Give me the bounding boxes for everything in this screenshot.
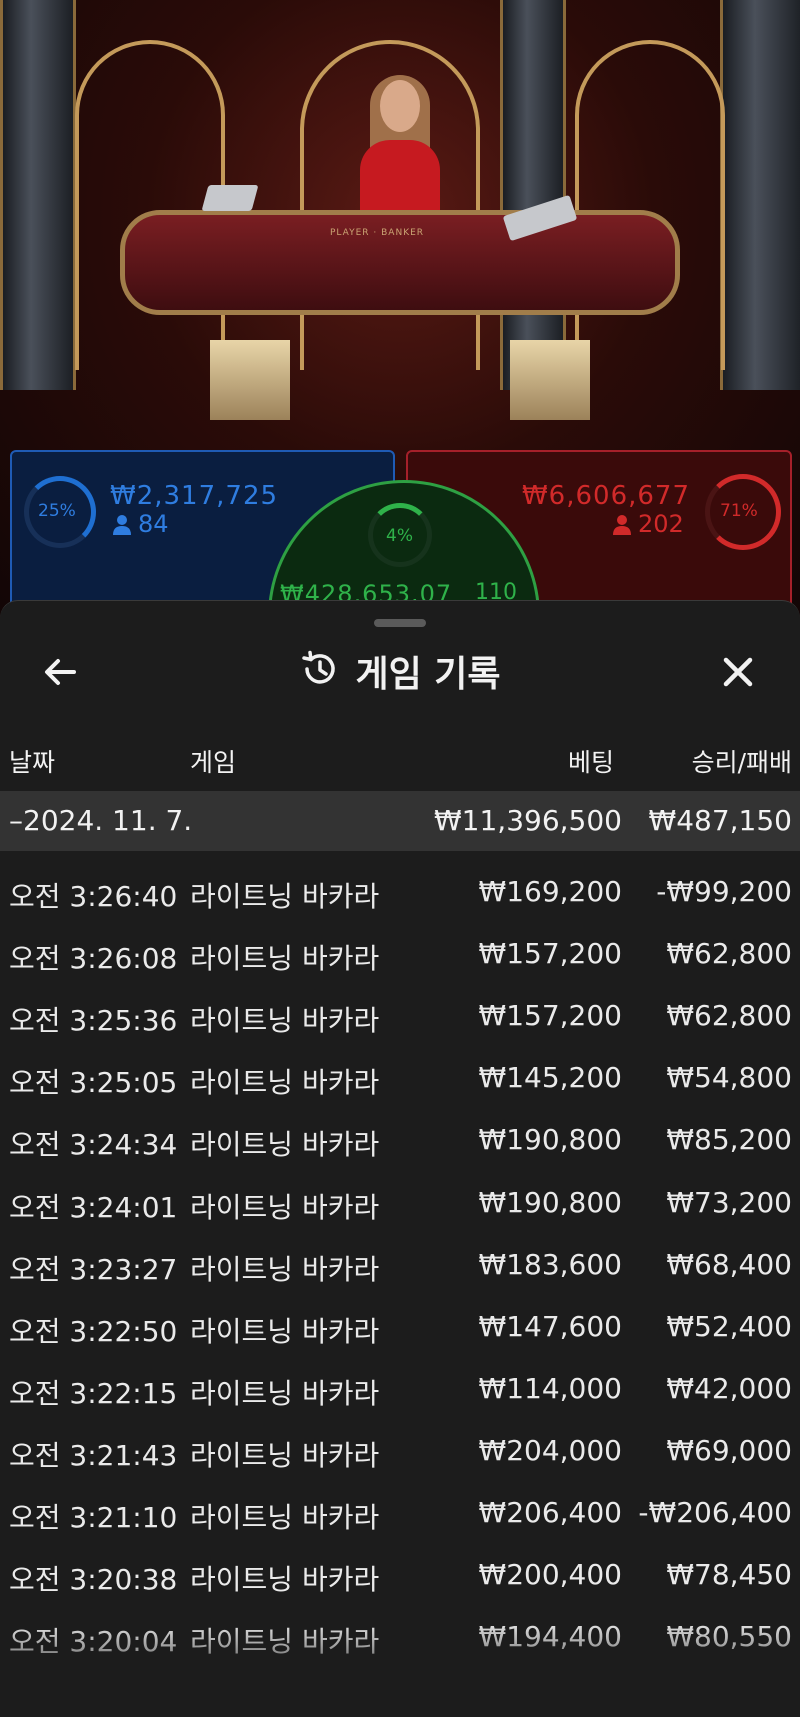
history-row-time: 오전 3:20:04 bbox=[9, 1625, 178, 1659]
history-row-bet: ₩206,400 bbox=[478, 1496, 622, 1529]
banker-amount: ₩6,606,677 bbox=[521, 481, 690, 511]
history-row-time: 오전 3:21:43 bbox=[9, 1438, 178, 1472]
history-row-time: 오전 3:25:05 bbox=[9, 1066, 178, 1100]
history-row-result: ₩68,400 bbox=[666, 1247, 792, 1281]
history-row-time: 오전 3:26:40 bbox=[9, 880, 178, 913]
date-group-bet-total: ₩11,396,500 bbox=[433, 804, 622, 837]
history-row-bet: ₩204,000 bbox=[478, 1433, 622, 1467]
date-group-result-total: ₩487,150 bbox=[648, 804, 792, 837]
history-row-time: 오전 3:22:15 bbox=[9, 1376, 178, 1410]
history-row-game: 라이트닝 바카라 bbox=[190, 1563, 380, 1597]
history-row-bet: ₩157,200 bbox=[478, 999, 622, 1033]
history-row[interactable]: 오전 3:20:04 라이트닝 바카라 ₩194,400 ₩80,550 bbox=[0, 1608, 800, 1670]
player-count: 84 bbox=[138, 510, 169, 538]
banker-count: 202 bbox=[638, 510, 684, 538]
column-header-bet: 베팅 bbox=[567, 748, 614, 777]
history-row[interactable]: 오전 3:21:43 라이트닝 바카라 ₩204,000 ₩69,000 bbox=[0, 1422, 800, 1484]
person-icon bbox=[112, 514, 132, 542]
history-row-game: 라이트닝 바카라 bbox=[190, 1501, 380, 1534]
history-row-bet: ₩147,600 bbox=[478, 1309, 622, 1343]
history-row-time: 오전 3:24:34 bbox=[9, 1128, 178, 1162]
history-row-time: 오전 3:22:50 bbox=[9, 1314, 178, 1348]
table-leg-left bbox=[210, 340, 290, 420]
history-row-result: ₩73,200 bbox=[666, 1185, 792, 1219]
arch-right bbox=[575, 40, 725, 370]
card-shoe bbox=[201, 185, 259, 211]
pillar-left bbox=[0, 0, 76, 390]
history-row-time: 오전 3:23:27 bbox=[9, 1252, 178, 1286]
history-row-game: 라이트닝 바카라 bbox=[190, 880, 380, 913]
game-history-sheet: 게임 기록 날짜 게임 베팅 승리/패배 –2024. 11. 7. ₩11,3… bbox=[0, 600, 800, 1717]
column-header-date: 날짜 bbox=[9, 748, 56, 777]
pillar-center bbox=[500, 0, 566, 390]
history-row-result: ₩69,000 bbox=[666, 1433, 792, 1467]
history-row-game: 라이트닝 바카라 bbox=[190, 1066, 380, 1100]
history-row-bet: ₩190,800 bbox=[478, 1185, 622, 1219]
baccarat-table bbox=[120, 210, 680, 315]
history-row[interactable]: 오전 3:22:15 라이트닝 바카라 ₩114,000 ₩42,000 bbox=[0, 1360, 800, 1422]
history-row-game: 라이트닝 바카라 bbox=[190, 1625, 380, 1659]
history-row-result: ₩62,800 bbox=[666, 937, 792, 971]
history-row[interactable]: 오전 3:24:01 라이트닝 바카라 ₩190,800 ₩73,200 bbox=[0, 1174, 800, 1236]
player-percent: 25% bbox=[38, 501, 76, 521]
history-clock-icon bbox=[299, 649, 339, 693]
history-row-result: ₩80,550 bbox=[666, 1620, 792, 1654]
history-row[interactable]: 오전 3:21:10 라이트닝 바카라 ₩206,400 -₩206,400 bbox=[0, 1484, 800, 1546]
person-icon bbox=[612, 514, 632, 540]
history-row-result: -₩206,400 bbox=[638, 1496, 792, 1529]
history-row[interactable]: 오전 3:22:50 라이트닝 바카라 ₩147,600 ₩52,400 bbox=[0, 1298, 800, 1360]
history-row-result: ₩62,800 bbox=[666, 999, 792, 1033]
history-row-bet: ₩169,200 bbox=[478, 875, 622, 908]
table-label: PLAYER · BANKER bbox=[330, 228, 425, 238]
history-row-game: 라이트닝 바카라 bbox=[190, 1438, 380, 1472]
history-row[interactable]: 오전 3:25:36 라이트닝 바카라 ₩157,200 ₩62,800 bbox=[0, 987, 800, 1049]
page-title: 게임 기록 bbox=[355, 654, 501, 695]
table-leg-right bbox=[510, 340, 590, 420]
tie-percent: 4% bbox=[386, 526, 413, 546]
banker-percent: 71% bbox=[720, 501, 758, 521]
history-row-time: 오전 3:21:10 bbox=[9, 1501, 178, 1534]
history-row-bet: ₩194,400 bbox=[478, 1620, 622, 1654]
history-row-result: ₩78,450 bbox=[666, 1558, 792, 1592]
history-row-bet: ₩157,200 bbox=[478, 937, 622, 971]
history-row[interactable]: 오전 3:24:34 라이트닝 바카라 ₩190,800 ₩85,200 bbox=[0, 1111, 800, 1173]
history-row-game: 라이트닝 바카라 bbox=[190, 1190, 380, 1224]
history-row[interactable]: 오전 3:26:08 라이트닝 바카라 ₩157,200 ₩62,800 bbox=[0, 925, 800, 987]
pillar-right bbox=[720, 0, 800, 390]
history-row-game: 라이트닝 바카라 bbox=[190, 942, 380, 976]
date-group-row[interactable]: –2024. 11. 7. ₩11,396,500 ₩487,150 bbox=[0, 791, 800, 851]
history-row-time: 오전 3:20:38 bbox=[9, 1563, 178, 1597]
history-row[interactable]: 오전 3:23:27 라이트닝 바카라 ₩183,600 ₩68,400 bbox=[0, 1236, 800, 1298]
close-icon[interactable] bbox=[714, 648, 762, 696]
history-row-result: ₩52,400 bbox=[666, 1309, 792, 1343]
history-row-game: 라이트닝 바카라 bbox=[190, 1128, 380, 1162]
history-row[interactable]: 오전 3:20:38 라이트닝 바카라 ₩200,400 ₩78,450 bbox=[0, 1546, 800, 1608]
sheet-header: 게임 기록 bbox=[0, 643, 800, 699]
history-row-time: 오전 3:25:36 bbox=[9, 1004, 178, 1038]
history-row-result: ₩42,000 bbox=[666, 1371, 792, 1405]
history-row[interactable]: 오전 3:26:40 라이트닝 바카라 ₩169,200 -₩99,200 bbox=[0, 863, 800, 925]
history-row-game: 라이트닝 바카라 bbox=[190, 1376, 380, 1410]
history-row-result: -₩99,200 bbox=[656, 875, 792, 908]
column-header-game: 게임 bbox=[190, 748, 237, 777]
live-video: PLAYER · BANKER 25% ₩2,317,725 84 71% ₩6… bbox=[0, 0, 800, 620]
history-row-result: ₩85,200 bbox=[666, 1123, 792, 1157]
history-row-bet: ₩114,000 bbox=[478, 1371, 622, 1405]
history-row-game: 라이트닝 바카라 bbox=[190, 1314, 380, 1348]
history-row-time: 오전 3:24:01 bbox=[9, 1190, 178, 1224]
column-header-result: 승리/패배 bbox=[691, 748, 792, 777]
history-row-game: 라이트닝 바카라 bbox=[190, 1252, 380, 1286]
history-row-bet: ₩200,400 bbox=[478, 1558, 622, 1592]
history-row-bet: ₩145,200 bbox=[478, 1061, 622, 1095]
player-amount: ₩2,317,725 bbox=[110, 481, 279, 511]
history-row-result: ₩54,800 bbox=[666, 1061, 792, 1095]
history-row-bet: ₩190,800 bbox=[478, 1123, 622, 1157]
history-row-time: 오전 3:26:08 bbox=[9, 942, 178, 976]
history-row[interactable]: 오전 3:25:05 라이트닝 바카라 ₩145,200 ₩54,800 bbox=[0, 1049, 800, 1111]
history-row-game: 라이트닝 바카라 bbox=[190, 1004, 380, 1038]
history-row-bet: ₩183,600 bbox=[478, 1247, 622, 1281]
sheet-drag-handle[interactable] bbox=[374, 619, 426, 627]
date-group-label: –2024. 11. 7. bbox=[9, 804, 193, 837]
